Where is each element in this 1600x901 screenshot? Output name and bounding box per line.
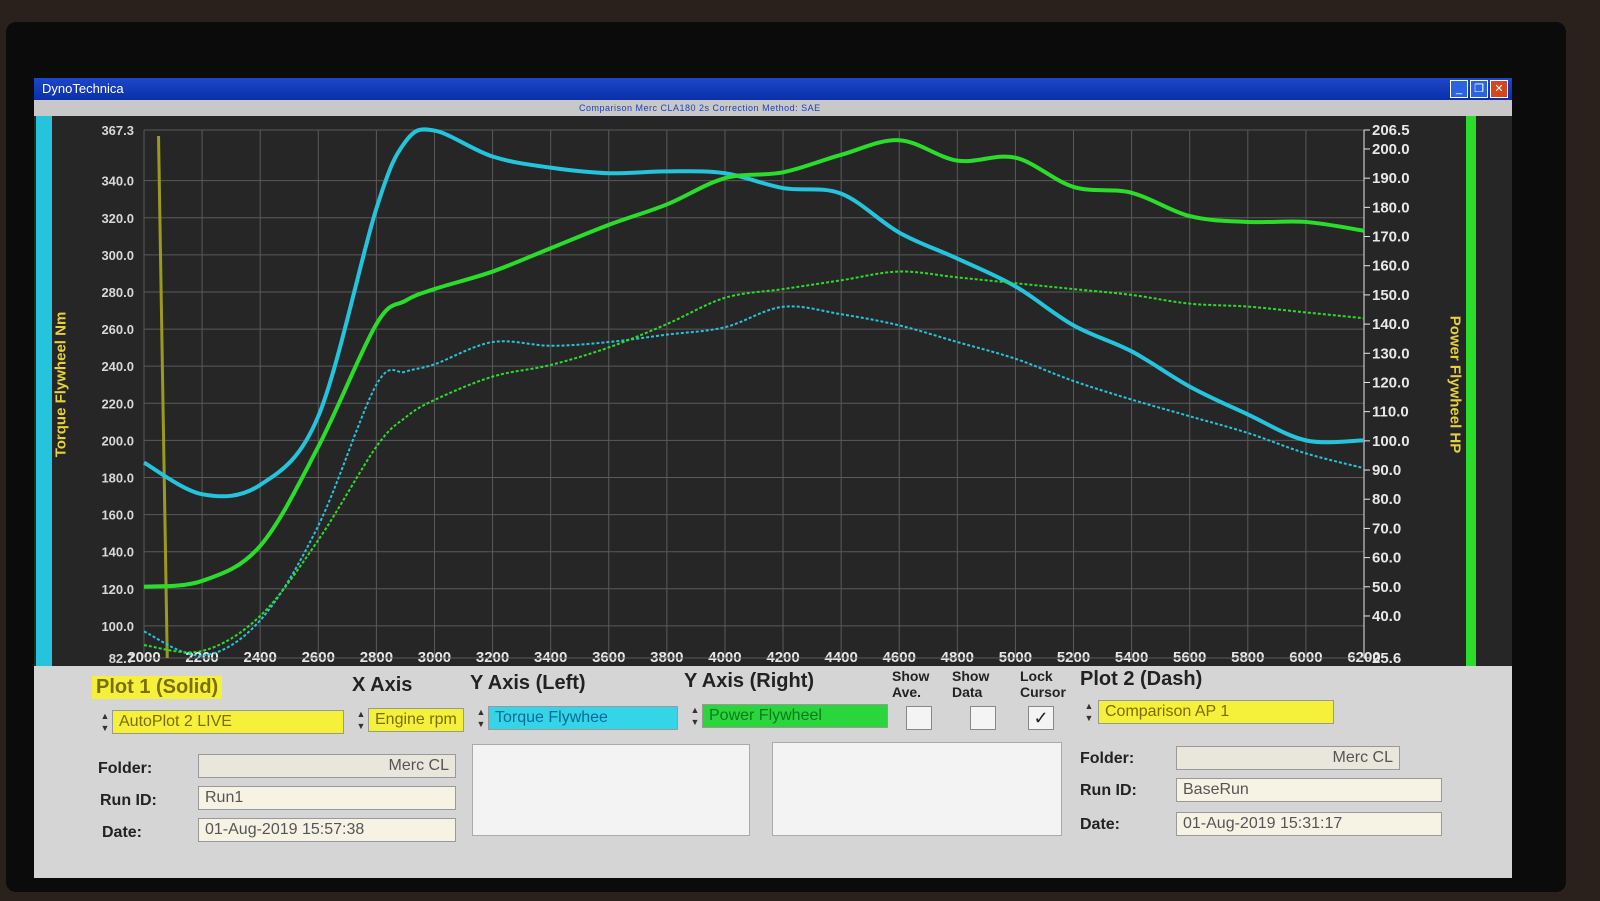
y-left-tick-label: 367.3 bbox=[101, 123, 134, 138]
y-left-spinner-icon[interactable]: ▲ ▼ bbox=[476, 706, 486, 730]
x-axis-spinner-icon[interactable]: ▲ ▼ bbox=[356, 708, 366, 732]
y-left-axis-title: Torque Flywheel Nm bbox=[52, 311, 70, 458]
y-right-tick-label: 150.0 bbox=[1372, 287, 1410, 304]
plot1-select[interactable]: AutoPlot 2 LIVE bbox=[112, 710, 344, 734]
plot1-spinner-icon[interactable]: ▲ ▼ bbox=[100, 710, 110, 734]
y-right-axis-title: Power Flywheel HP bbox=[1446, 315, 1464, 454]
y-right-tick-label: 170.0 bbox=[1372, 229, 1410, 246]
dyno-chart[interactable]: 2000 2200 2400 2600 2800 3000 3200 3400 3600 3800… bbox=[34, 116, 1512, 666]
torque-solid-line bbox=[142, 127, 1365, 499]
y-left-tick-label: 240.0 bbox=[101, 359, 134, 374]
left-run-id-field[interactable]: Run1 bbox=[198, 786, 456, 810]
y-right-tick-label: 110.0 bbox=[1372, 404, 1409, 421]
left-date-label: Date: bbox=[102, 824, 143, 841]
right-run-id-label: Run ID: bbox=[1080, 782, 1137, 799]
plot2-label: Plot 2 (Dash) bbox=[1080, 668, 1203, 690]
y-right-tick-label: 90.0 bbox=[1372, 462, 1401, 479]
y-left-tick-label: 300.0 bbox=[101, 248, 134, 263]
y-left-tick-label: 140.0 bbox=[101, 545, 134, 560]
y-left-tick-label: 120.0 bbox=[101, 582, 134, 597]
x-axis-label: X Axis bbox=[352, 674, 413, 696]
close-icon[interactable]: ✕ bbox=[1490, 80, 1508, 98]
left-run-id-label: Run ID: bbox=[100, 792, 157, 809]
dyno-window: DynoTechnica _ ❐ ✕ Comparison Merc CLA18… bbox=[34, 78, 1512, 878]
control-panel: Plot 1 (Solid) X Axis Y Axis (Left) Y Ax… bbox=[34, 666, 1512, 878]
right-info-box bbox=[772, 742, 1062, 836]
left-date-field[interactable]: 01-Aug-2019 15:57:38 bbox=[198, 818, 456, 842]
show-data-checkbox[interactable] bbox=[970, 706, 996, 730]
show-data-label: Show Data bbox=[952, 668, 990, 700]
lock-cursor-label: Lock Cursor bbox=[1020, 668, 1066, 700]
window-title: DynoTechnica bbox=[42, 81, 124, 96]
y-right-label: Y Axis (Right) bbox=[684, 670, 815, 692]
plot1-label: Plot 1 (Solid) bbox=[92, 676, 223, 699]
show-ave-checkbox[interactable] bbox=[906, 706, 932, 730]
left-axis-strip bbox=[36, 116, 52, 666]
checkmark-icon: ✓ bbox=[1033, 708, 1049, 728]
y-left-tick-label: 280.0 bbox=[101, 285, 134, 300]
y-left-tick-label: 320.0 bbox=[101, 211, 134, 226]
y-right-tick-label: 120.0 bbox=[1372, 374, 1410, 391]
restore-icon[interactable]: ❐ bbox=[1470, 80, 1488, 98]
y-right-tick-label: 80.0 bbox=[1372, 491, 1401, 508]
menu-bar: Comparison Merc CLA180 2s Correction Met… bbox=[34, 100, 1512, 116]
plot2-select[interactable]: Comparison AP 1 bbox=[1098, 700, 1334, 724]
y-right-tick-label: 40.0 bbox=[1372, 608, 1401, 625]
right-folder-field[interactable]: Merc CL bbox=[1176, 746, 1400, 770]
y-right-tick-label: 140.0 bbox=[1372, 316, 1410, 333]
left-folder-label: Folder: bbox=[98, 760, 153, 777]
torque-dash-line bbox=[143, 305, 1365, 657]
right-axis-strip bbox=[1466, 116, 1476, 666]
left-folder-field[interactable]: Merc CL bbox=[198, 754, 456, 778]
y-right-tick-label: 190.0 bbox=[1372, 170, 1410, 187]
lock-cursor-checkbox[interactable]: ✓ bbox=[1028, 706, 1054, 730]
window-controls: _ ❐ ✕ bbox=[1450, 80, 1508, 98]
comparison-info: Comparison Merc CLA180 2s Correction Met… bbox=[579, 103, 821, 113]
right-date-field[interactable]: 01-Aug-2019 15:31:17 bbox=[1176, 812, 1442, 836]
y-right-tick-label: 200.0 bbox=[1372, 141, 1410, 158]
right-date-label: Date: bbox=[1080, 816, 1121, 833]
chart-svg: 2000 2200 2400 2600 2800 3000 3200 3400 3600 3800… bbox=[36, 116, 1476, 666]
power-solid-line bbox=[143, 138, 1365, 589]
right-folder-label: Folder: bbox=[1080, 750, 1135, 767]
y-right-tick-label: 25.6 bbox=[1372, 650, 1401, 666]
left-info-box bbox=[472, 744, 750, 836]
y-right-tick-label: 100.0 bbox=[1372, 433, 1410, 450]
y-right-tick-label: 50.0 bbox=[1372, 579, 1401, 596]
y-left-tick-label: 180.0 bbox=[101, 470, 134, 485]
y-right-tick-label: 70.0 bbox=[1372, 520, 1401, 537]
y-left-tick-label: 260.0 bbox=[101, 322, 134, 337]
minimize-icon[interactable]: _ bbox=[1450, 80, 1468, 98]
y-left-tick-label: 100.0 bbox=[101, 619, 134, 634]
y-right-tick-label: 130.0 bbox=[1372, 345, 1410, 362]
y-left-tick-label: 220.0 bbox=[101, 396, 134, 411]
y-left-tick-label: 82.7 bbox=[109, 651, 134, 666]
y-right-tick-label: 180.0 bbox=[1372, 199, 1410, 216]
show-ave-label: Show Ave. bbox=[892, 668, 930, 700]
y-left-tick-label: 200.0 bbox=[101, 433, 134, 448]
data-cursor-line bbox=[157, 135, 169, 659]
title-bar: DynoTechnica _ ❐ ✕ bbox=[34, 78, 1512, 100]
y-right-tick-label: 60.0 bbox=[1372, 550, 1401, 567]
y-right-tick-label: 160.0 bbox=[1372, 258, 1410, 275]
y-right-select[interactable]: Power Flywheel bbox=[702, 704, 888, 728]
x-axis-select[interactable]: Engine rpm bbox=[368, 708, 464, 732]
y-right-spinner-icon[interactable]: ▲ ▼ bbox=[690, 704, 700, 728]
y-right-tick-label: 206.5 bbox=[1372, 122, 1410, 139]
y-left-label: Y Axis (Left) bbox=[470, 672, 586, 694]
plot2-spinner-icon[interactable]: ▲ ▼ bbox=[1084, 700, 1094, 724]
right-run-id-field[interactable]: BaseRun bbox=[1176, 778, 1442, 802]
y-left-select[interactable]: Torque Flywhee bbox=[488, 706, 678, 730]
y-left-tick-label: 340.0 bbox=[101, 174, 134, 189]
y-left-tick-label: 160.0 bbox=[101, 508, 134, 523]
